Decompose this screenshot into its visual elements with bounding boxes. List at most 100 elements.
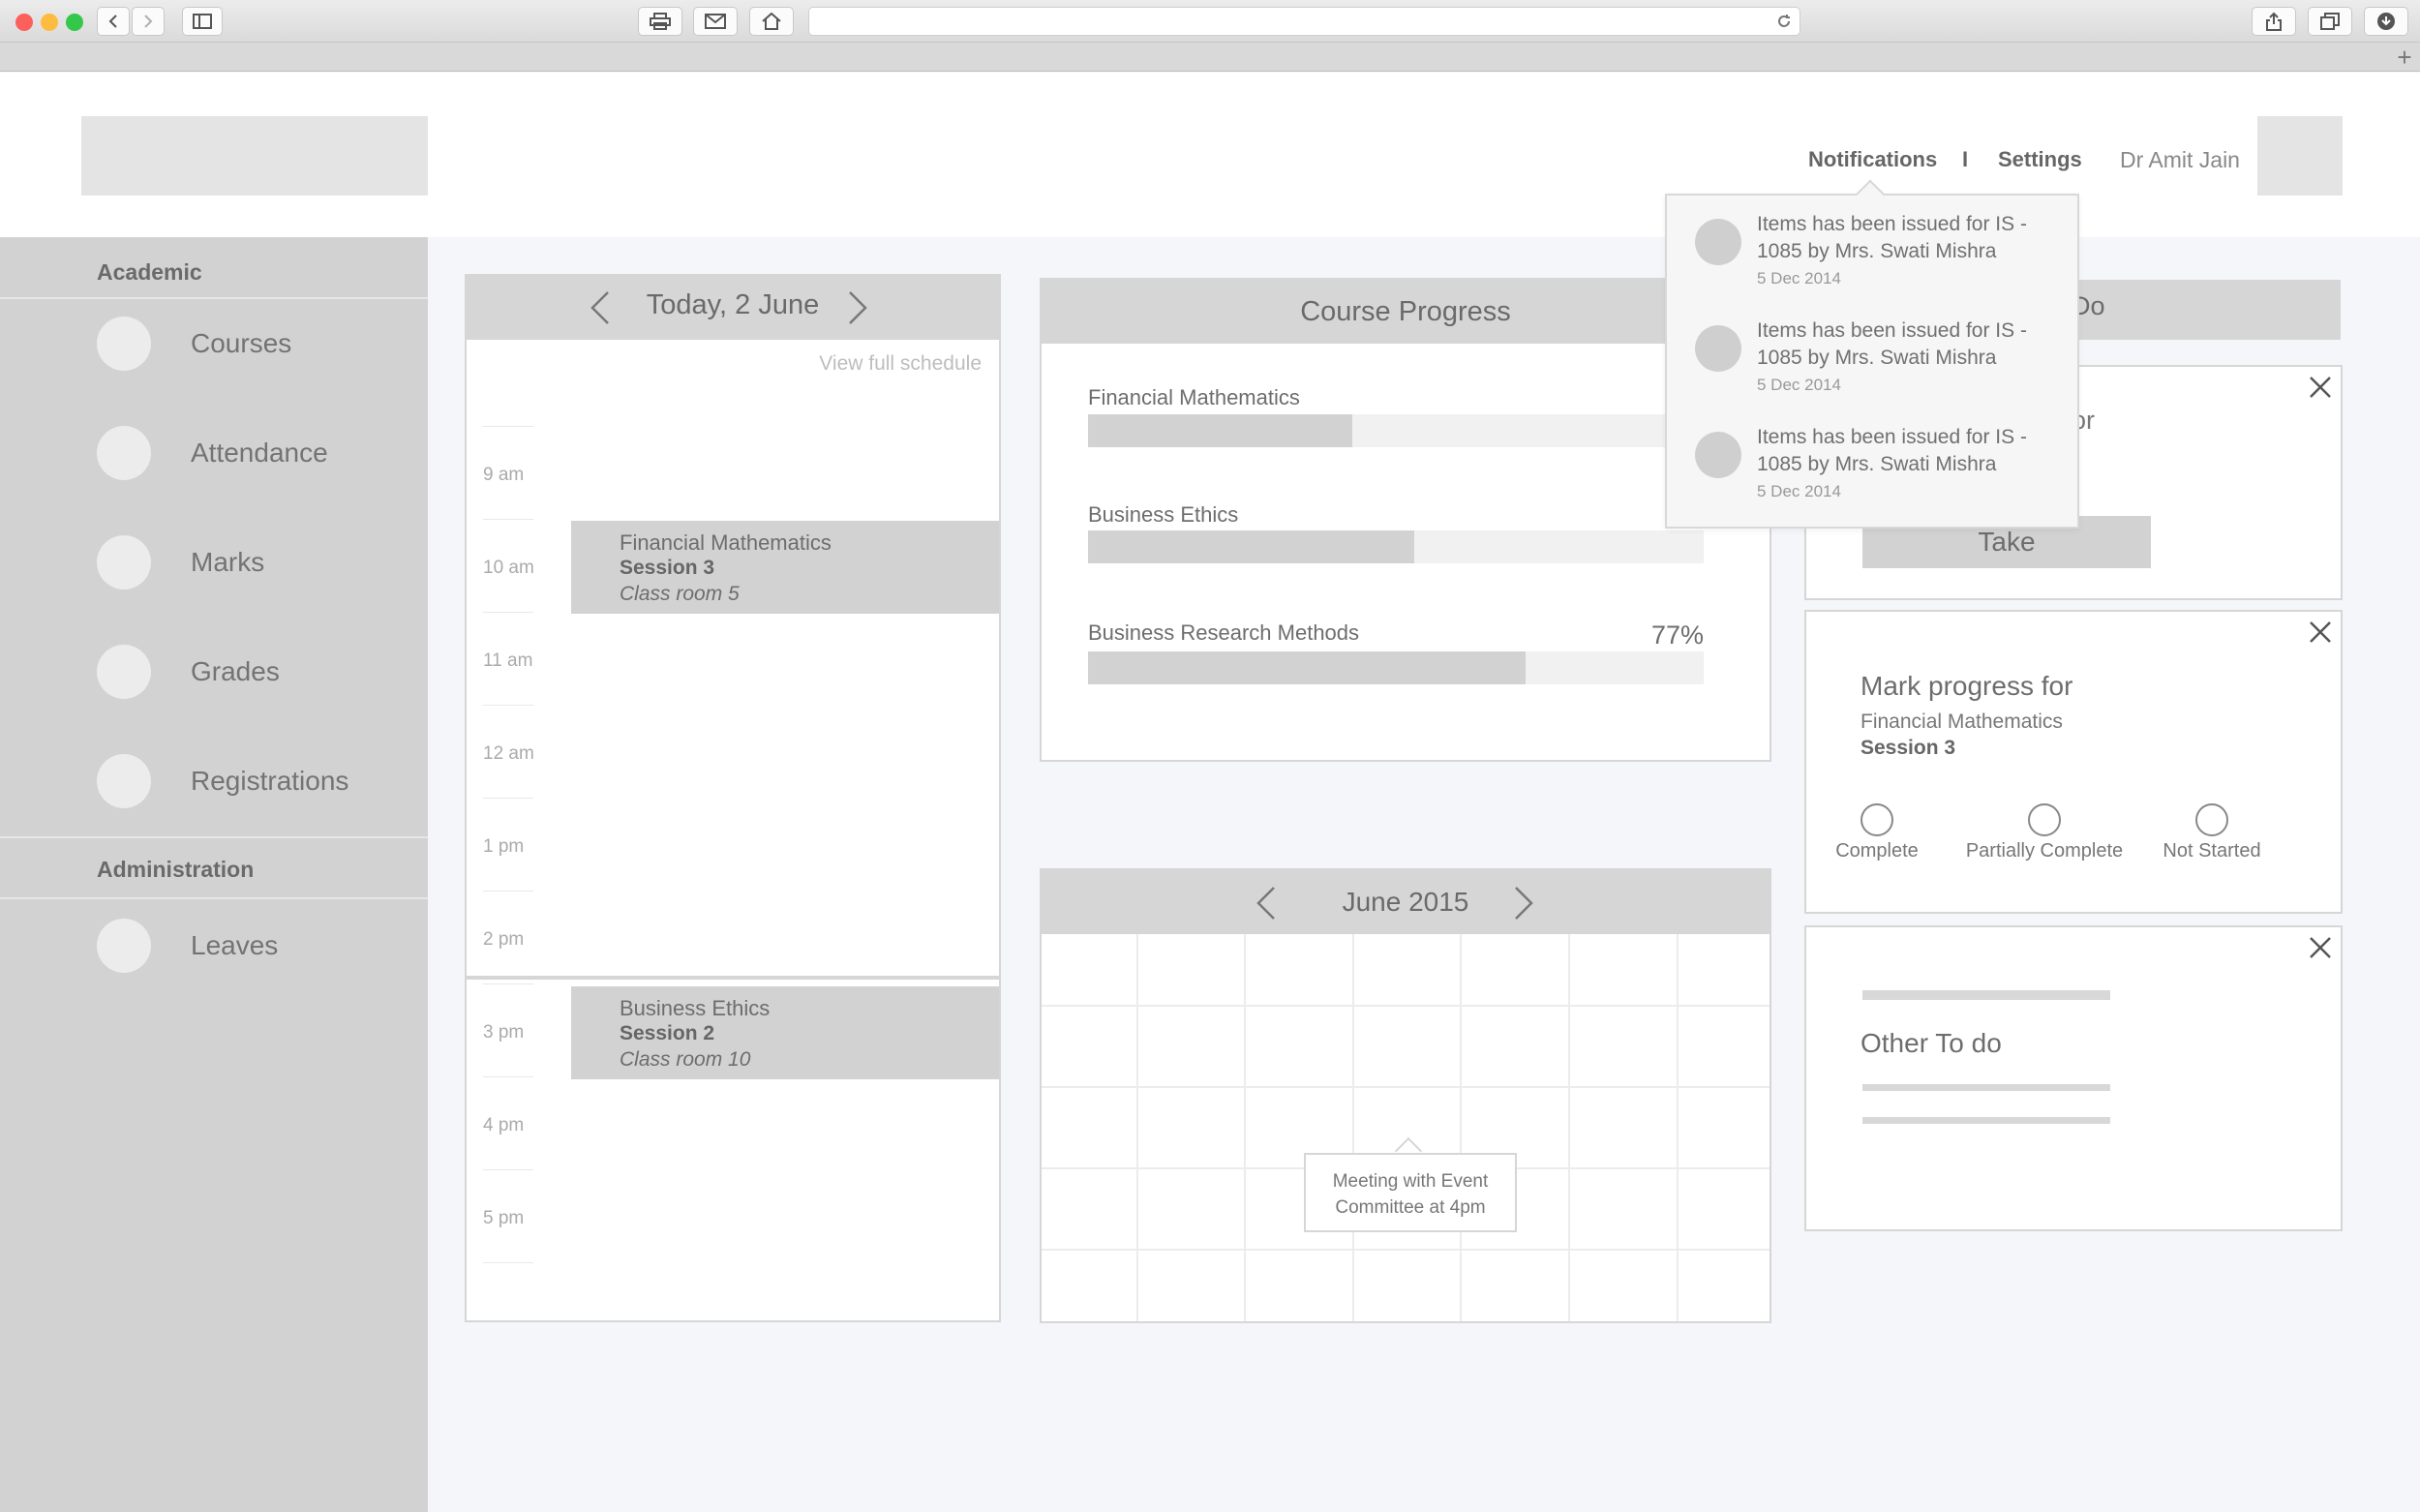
sidebar-divider	[0, 897, 428, 899]
mark-progress-course: Financial Mathematics	[1860, 711, 2063, 733]
course-percent: 77%	[1650, 620, 1704, 650]
chevron-left-icon	[108, 15, 117, 28]
time-gridline	[483, 798, 533, 799]
sidebar-item-label: Courses	[191, 328, 292, 358]
course-name: Financial Mathematics	[1088, 385, 1300, 409]
print-button[interactable]	[638, 7, 682, 36]
event-title: Business Ethics	[620, 996, 771, 1020]
sidebar-item-registrations[interactable]: Registrations	[0, 742, 428, 820]
back-button[interactable]	[97, 7, 130, 36]
reload-icon[interactable]	[1776, 14, 1792, 29]
sidebar-divider	[0, 836, 428, 838]
time-gridline	[483, 1076, 533, 1077]
schedule-event[interactable]: Financial Mathematics Session 3 Class ro…	[571, 521, 999, 614]
chevron-right-icon	[849, 291, 867, 324]
radio-partially-complete[interactable]	[2028, 803, 2061, 836]
notification-item[interactable]: Items has been issued for IS - 1085 by M…	[1667, 302, 2077, 408]
month-calendar-panel	[1040, 868, 1771, 1323]
time-label: 2 pm	[483, 929, 525, 950]
progress-bar-fill	[1088, 530, 1415, 563]
user-name[interactable]: Dr Amit Jain	[2120, 147, 2240, 173]
sidebar-item-leaves[interactable]: Leaves	[0, 907, 428, 984]
time-gridline	[483, 891, 533, 892]
calendar-gridline	[1244, 934, 1246, 1321]
sidebar-item-courses[interactable]: Courses	[0, 305, 428, 382]
progress-bar	[1088, 651, 1704, 684]
home-button[interactable]	[749, 7, 794, 36]
time-label: 4 pm	[483, 1115, 525, 1135]
schedule-event[interactable]: Business Ethics Session 2 Class room 10	[571, 986, 999, 1079]
event-room: Class room 5	[620, 583, 740, 605]
calendar-gridline	[1352, 934, 1354, 1321]
sidebar-divider	[0, 297, 428, 299]
zoom-window-button[interactable]	[66, 14, 83, 31]
radio-not-started[interactable]	[2195, 803, 2228, 836]
time-label: 10 am	[483, 558, 534, 578]
settings-link[interactable]: Settings	[1998, 147, 2082, 172]
leaves-icon	[97, 919, 151, 973]
course-name: Business Ethics	[1088, 502, 1239, 527]
notification-text: Items has been issued for IS - 1085 by M…	[1757, 424, 2067, 478]
tabs-overview-button[interactable]	[2308, 7, 2352, 36]
time-label: 1 pm	[483, 836, 525, 857]
time-gridline	[483, 612, 533, 613]
header-separator: I	[1962, 147, 1969, 171]
grades-icon	[97, 645, 151, 699]
close-card-button[interactable]	[2306, 933, 2335, 962]
avatar[interactable]	[2257, 116, 2343, 196]
downloads-button[interactable]	[2364, 7, 2408, 36]
share-button[interactable]	[2252, 7, 2296, 36]
sidebar-section-administration: Administration	[97, 857, 255, 882]
calendar-gridline	[1136, 934, 1138, 1321]
time-gridline	[483, 1262, 533, 1263]
time-label: 3 pm	[483, 1022, 525, 1043]
time-gridline	[483, 519, 533, 520]
other-todo-card	[1804, 925, 2343, 1231]
schedule-next-button[interactable]	[846, 289, 869, 331]
calendar-gridline	[1042, 1249, 1770, 1251]
radio-complete[interactable]	[1860, 803, 1893, 836]
placeholder-line	[1862, 1117, 2110, 1124]
event-room: Class room 10	[620, 1048, 751, 1071]
sidebar-item-label: Marks	[191, 547, 265, 577]
view-full-schedule-link[interactable]: View full schedule	[467, 352, 982, 376]
time-label: 5 pm	[483, 1208, 525, 1228]
calendar-gridline	[1042, 1086, 1770, 1088]
sidebar-section-academic: Academic	[97, 259, 202, 285]
sidebar-icon	[193, 14, 212, 29]
notifications-link[interactable]: Notifications	[1808, 147, 1937, 172]
notification-item[interactable]: Items has been issued for IS - 1085 by M…	[1667, 196, 2077, 302]
chevron-right-icon	[1515, 887, 1533, 920]
month-next-button[interactable]	[1512, 885, 1535, 926]
mail-button[interactable]	[693, 7, 738, 36]
forward-button[interactable]	[132, 7, 165, 36]
time-label: 9 am	[483, 465, 525, 485]
progress-bar	[1088, 414, 1704, 447]
event-title: Financial Mathematics	[620, 530, 832, 555]
tooltip-line: Committee at 4pm	[1335, 1197, 1486, 1218]
close-card-button[interactable]	[2306, 373, 2335, 402]
notification-item[interactable]: Items has been issued for IS - 1085 by M…	[1667, 408, 2077, 515]
time-label: 11 am	[483, 650, 533, 671]
schedule-divider	[467, 976, 999, 980]
notification-line: 1085 by Mrs. Swati Mishra	[1757, 347, 1997, 369]
printer-icon	[650, 13, 671, 30]
sidebar-item-grades[interactable]: Grades	[0, 633, 428, 711]
close-window-button[interactable]	[15, 14, 33, 31]
sidebar-item-label: Leaves	[191, 930, 279, 960]
calendar-event-tooltip[interactable]: Meeting with Event Committee at 4pm	[1304, 1153, 1517, 1232]
new-tab-icon[interactable]: +	[2391, 45, 2418, 70]
event-session: Session 3	[620, 557, 715, 579]
time-gridline	[483, 426, 533, 427]
close-icon	[2310, 377, 2331, 398]
sidebar-toggle-button[interactable]	[182, 7, 223, 36]
minimize-window-button[interactable]	[41, 14, 58, 31]
close-card-button[interactable]	[2306, 618, 2335, 647]
schedule-date-title: Today, 2 June	[646, 289, 820, 320]
mark-progress-title: Mark progress for	[1860, 671, 2073, 701]
sidebar-item-attendance[interactable]: Attendance	[0, 414, 428, 492]
address-bar[interactable]	[808, 7, 1800, 36]
notification-date: 5 Dec 2014	[1757, 482, 1841, 500]
sidebar-item-marks[interactable]: Marks	[0, 524, 428, 601]
notification-date: 5 Dec 2014	[1757, 269, 1841, 287]
